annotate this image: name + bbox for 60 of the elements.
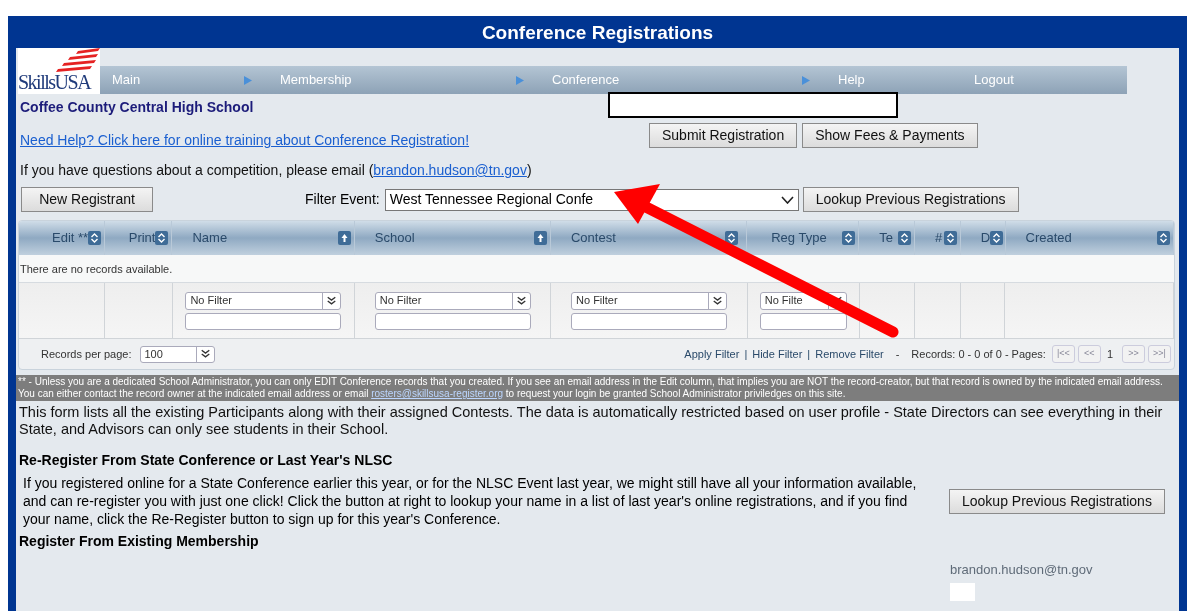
sort-icon[interactable] bbox=[725, 231, 739, 245]
section-heading: Register From Existing Membership bbox=[18, 532, 260, 551]
action-button[interactable]: Lookup Previous Registrations bbox=[802, 187, 1019, 212]
logo-text: SkillsUSA bbox=[18, 72, 91, 92]
user-email: brandon.hudson@tn.gov bbox=[950, 561, 1093, 579]
filter-label: Filter Event: bbox=[305, 190, 380, 209]
sort-up-icon[interactable] bbox=[533, 231, 547, 245]
sort-icon[interactable] bbox=[898, 231, 911, 245]
action-button[interactable]: Show Fees & Payments bbox=[802, 123, 978, 148]
email-link[interactable]: brandon.hudson@tn.gov bbox=[373, 162, 527, 178]
action-button[interactable]: Submit Registration bbox=[649, 123, 798, 148]
grid-action-link[interactable]: Hide Filter bbox=[752, 345, 803, 363]
sort-icon[interactable] bbox=[1157, 231, 1170, 245]
filter-select[interactable]: No Filter bbox=[374, 291, 531, 310]
arrow-icon bbox=[244, 75, 252, 85]
per-page-select[interactable]: 100 bbox=[139, 345, 215, 363]
sort-icon[interactable] bbox=[990, 231, 1004, 245]
separator: | bbox=[807, 346, 811, 362]
grid-action-link[interactable]: Remove Filter bbox=[815, 345, 884, 363]
grid-action-link[interactable]: Apply Filter bbox=[684, 345, 740, 363]
sort-icon[interactable] bbox=[155, 231, 169, 245]
pager-button[interactable]: >>| bbox=[1148, 345, 1171, 363]
filter-input[interactable] bbox=[571, 312, 728, 330]
sort-up-icon[interactable] bbox=[337, 231, 351, 245]
records-summary: Records: 0 - 0 of 0 - Pages: bbox=[911, 346, 1046, 362]
event-select[interactable]: West Tennessee Regional Confe bbox=[384, 188, 799, 211]
school-name: Coffee County Central High School bbox=[20, 98, 255, 117]
contact-text: If you have questions about a competition, please email (brandon.hudson@tn.gov) bbox=[19, 161, 533, 180]
filter-input[interactable] bbox=[185, 312, 342, 330]
info-paragraph: This form lists all the existing Participants along with their assigned Contests. The data is automatically restricted based on user profile - State Directors can see everything in their State, and Advisors can only see students in their School. bbox=[18, 404, 1164, 438]
filter-input[interactable] bbox=[759, 312, 847, 330]
page-number: 1 bbox=[1106, 346, 1113, 362]
nav-link[interactable]: Logout bbox=[974, 70, 1014, 90]
pager-button[interactable]: |<< bbox=[1051, 345, 1075, 363]
page-title: Conference Registrations bbox=[480, 21, 715, 45]
blank-field bbox=[950, 582, 975, 601]
help-link[interactable]: Need Help? Click here for online training about Conference Registration! bbox=[20, 130, 608, 151]
arrow-icon bbox=[802, 75, 810, 85]
flag-stripes-icon bbox=[56, 48, 100, 72]
action-button[interactable]: New Registrant bbox=[21, 187, 153, 212]
filter-select[interactable]: No Filter bbox=[571, 291, 728, 310]
pager-button[interactable]: << bbox=[1077, 345, 1101, 363]
empty-message: There are no records available. bbox=[19, 255, 1174, 283]
email-link[interactable]: rosters@skillsusa-register.org bbox=[371, 388, 504, 399]
filter-select[interactable]: No Filter bbox=[185, 291, 342, 310]
action-button[interactable]: Lookup Previous Registrations bbox=[949, 488, 1165, 514]
sort-icon[interactable] bbox=[842, 231, 856, 245]
filter-input[interactable] bbox=[374, 312, 531, 330]
per-page-label: Records per page: bbox=[41, 346, 132, 362]
arrow-icon bbox=[516, 75, 524, 85]
sort-icon[interactable] bbox=[88, 231, 102, 245]
section-heading: Re-Register From State Conference or Last Year's NLSC bbox=[18, 451, 394, 470]
separator: | bbox=[744, 346, 748, 362]
ownership-note: ** - Unless you are a dedicated School Administrator, you can only EDIT Conference records that you created. If you see an email address in the Edit column, that implies you are NOT the record-creator, but that record is owned by the indicated email address. You can either contact the record owner at the indicated email address or email rosters@skillsusa-register.org to request your login be granted School Administrator priviledges on this site. bbox=[16, 375, 1179, 401]
dash: - bbox=[895, 346, 900, 362]
sort-icon[interactable] bbox=[943, 231, 957, 245]
pager-button[interactable]: >> bbox=[1122, 345, 1145, 363]
blank-field[interactable] bbox=[608, 92, 898, 118]
chevron-down-icon bbox=[780, 195, 794, 204]
reregister-paragraph: If you registered online for a State Conference earlier this year, or for the NLSC Event last year, we might still have all your information available, and can re-register you with just one click! Click the button at right to lookup your name in a list of last year's online registrations, and if you find your name, click the Re-Register button to sign up for this year's Conference. bbox=[22, 474, 918, 528]
